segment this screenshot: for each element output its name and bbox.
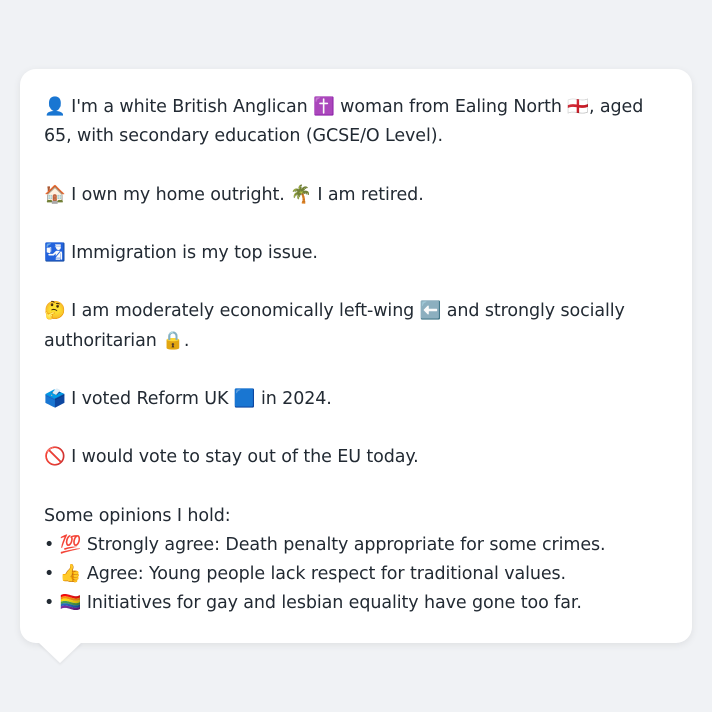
opinions-heading: Some opinions I hold:: [44, 505, 231, 526]
eu-vote-text: 🚫 I would vote to stay out of the EU tod…: [44, 447, 419, 468]
opinion-item: • 👍 Agree: Young people lack respect for…: [44, 564, 566, 585]
ideology-text: 🤔 I am moderately economically left-wing…: [44, 301, 625, 351]
opinion-item: • 🏳️‍🌈 Initiatives for gay and lesbian e…: [44, 593, 582, 614]
identity-text: 👤 I'm a white British Anglican ✝️ woman …: [44, 97, 644, 147]
vote-text: 🗳️ I voted Reform UK 🟦 in 2024.: [44, 388, 332, 409]
top-issue-text: 🛂 Immigration is my top issue.: [44, 242, 318, 263]
persona-message-bubble: 👤 I'm a white British Anglican ✝️ woman …: [20, 69, 692, 643]
housing-text: 🏠 I own my home outright. 🌴 I am retired…: [44, 184, 424, 205]
bubble-tail: [38, 642, 82, 663]
opinion-item: • 💯 Strongly agree: Death penalty approp…: [44, 534, 606, 555]
